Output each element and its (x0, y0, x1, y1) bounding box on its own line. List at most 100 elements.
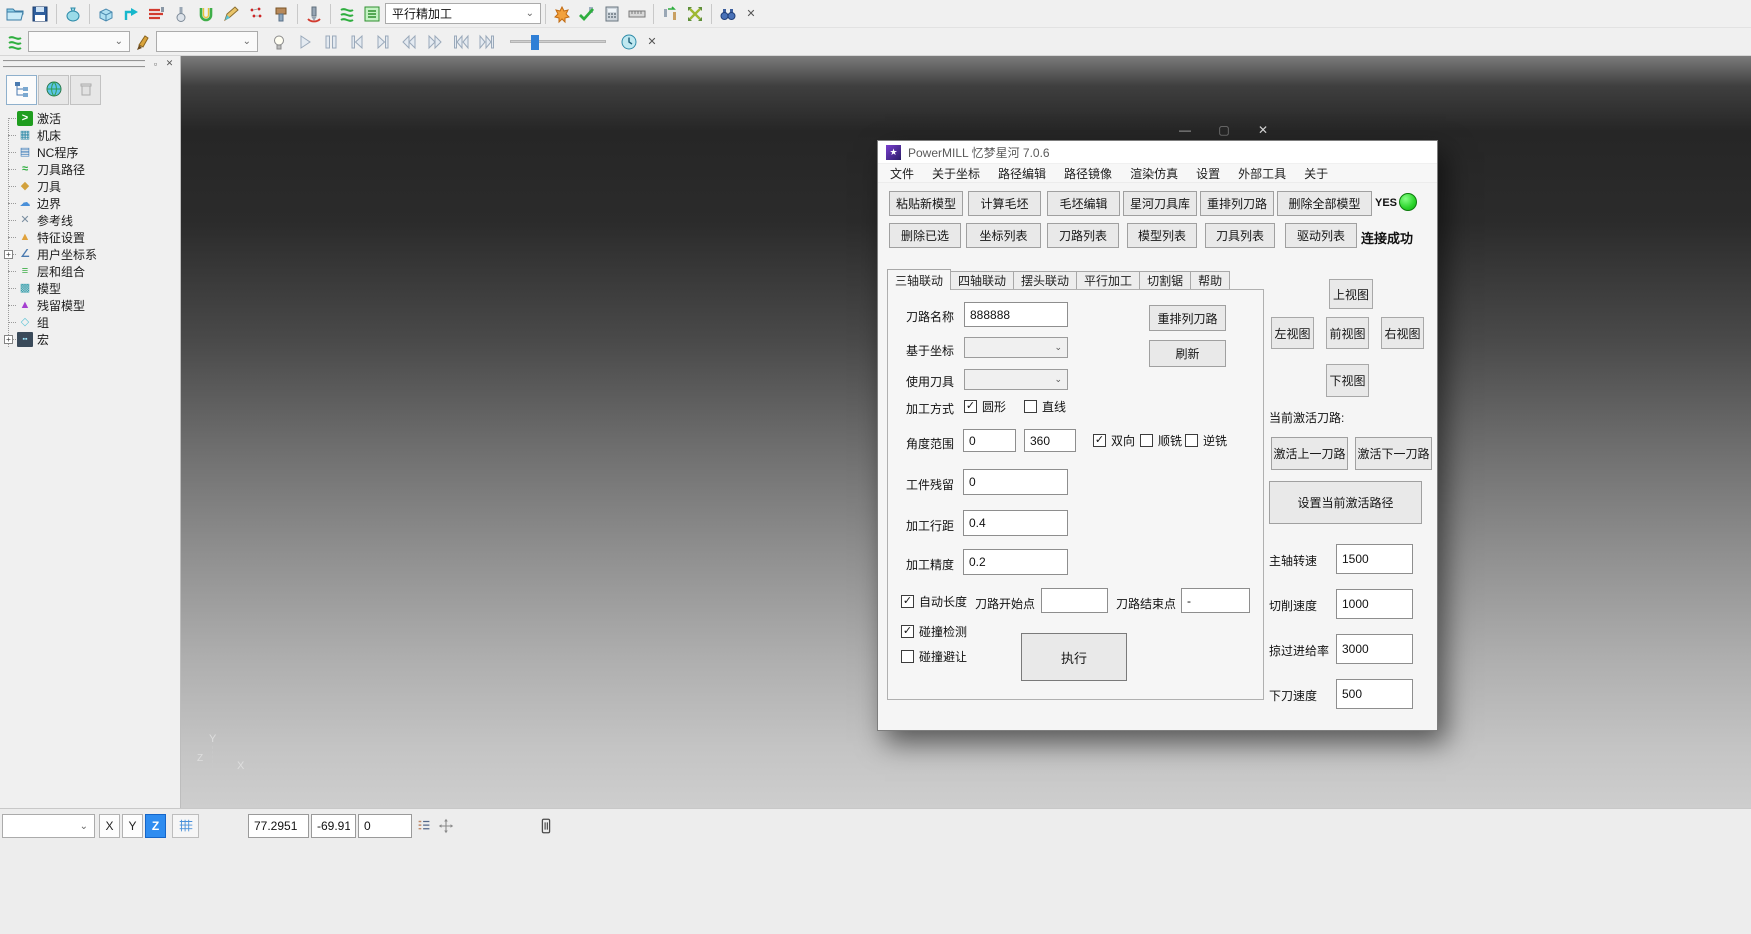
scissors-cross-icon[interactable] (683, 2, 707, 26)
slider-knob[interactable] (531, 35, 539, 50)
simulation-speed-slider[interactable] (510, 40, 606, 43)
activate-prev-toolpath-button[interactable]: 激活上一刀路 (1271, 437, 1348, 470)
ruler-icon[interactable] (625, 2, 649, 26)
menu-coords[interactable]: 关于坐标 (923, 165, 989, 182)
tree-item-pattern[interactable]: ✕参考线 (0, 212, 180, 229)
tree-item-group[interactable]: ◇组 (0, 314, 180, 331)
refresh-button[interactable]: 刷新 (1149, 340, 1226, 367)
based-coord-dropdown[interactable]: ⌄ (964, 337, 1068, 358)
panel-close-icon[interactable]: ✕ (163, 57, 176, 70)
lightbulb-icon[interactable] (267, 30, 291, 54)
tolerance-input[interactable] (963, 549, 1068, 575)
view-left-button[interactable]: 左视图 (1271, 317, 1314, 349)
coord-x-input[interactable] (248, 814, 309, 838)
checkbox-box[interactable] (901, 650, 914, 663)
boundary-icon[interactable] (194, 2, 218, 26)
tree-item-macro[interactable]: +▪▪宏 (0, 331, 180, 348)
stock-allowance-input[interactable] (963, 469, 1068, 495)
menu-render-sim[interactable]: 渲染仿真 (1121, 165, 1187, 182)
menu-path-edit[interactable]: 路径编辑 (989, 165, 1055, 182)
set-active-path-button[interactable]: 设置当前激活路径 (1269, 481, 1422, 524)
delete-selected-button[interactable]: 删除已选 (889, 223, 961, 248)
expand-icon[interactable]: + (4, 250, 13, 259)
strategy-list-icon[interactable] (360, 2, 384, 26)
bidirectional-checkbox[interactable]: 双向 (1093, 432, 1135, 449)
tree-item-levels[interactable]: ≡层和组合 (0, 263, 180, 280)
checkbox-box[interactable] (964, 400, 977, 413)
grid-toggle-button[interactable] (172, 814, 199, 838)
rearrange-button[interactable]: 重排列刀路 (1149, 305, 1226, 331)
block-model-icon[interactable] (94, 2, 118, 26)
tab-3axis[interactable]: 三轴联动 (887, 269, 951, 290)
checkbox-box[interactable] (1185, 434, 1198, 447)
fast-forward-icon[interactable] (422, 31, 447, 53)
expand-icon[interactable]: + (4, 335, 13, 344)
checkbox-box[interactable] (1140, 434, 1153, 447)
brush-icon[interactable] (131, 30, 155, 54)
stock-lines-icon[interactable] (144, 2, 168, 26)
plunge-speed-input[interactable] (1336, 679, 1413, 709)
menu-about[interactable]: 关于 (1295, 165, 1337, 182)
checkbox-box[interactable] (901, 595, 914, 608)
point-list-icon[interactable] (414, 816, 434, 836)
device-icon[interactable] (536, 816, 556, 836)
angle-from-input[interactable] (963, 429, 1016, 452)
menu-file[interactable]: 文件 (881, 165, 923, 182)
calc-stock-button[interactable]: 计算毛坯 (968, 191, 1041, 216)
cutting-speed-input[interactable] (1336, 589, 1413, 619)
checkbox-box[interactable] (1093, 434, 1106, 447)
step-forward-icon[interactable] (370, 31, 395, 53)
tab-parallel[interactable]: 平行加工 (1077, 271, 1140, 290)
strategy-dropdown[interactable]: 平行精加工 ⌄ (385, 3, 541, 24)
clock-icon[interactable] (617, 30, 641, 54)
tree-item-nc-program[interactable]: ▤NC程序 (0, 144, 180, 161)
coord-list-button[interactable]: 坐标列表 (966, 223, 1041, 248)
rearrange-toolpath-button[interactable]: 重排列刀路 (1200, 191, 1274, 216)
coord-y-input[interactable] (311, 814, 356, 838)
pot-icon[interactable] (61, 2, 85, 26)
tab-trash[interactable] (70, 75, 101, 105)
tree-item-boundary[interactable]: ☁边界 (0, 195, 180, 212)
axis-y-button[interactable]: Y (122, 814, 143, 838)
workplane-dropdown[interactable]: ⌄ (2, 814, 95, 838)
save-icon[interactable] (28, 2, 52, 26)
tool-library-button[interactable]: 星河刀具库 (1123, 191, 1197, 216)
start-point-input[interactable] (1041, 588, 1108, 613)
tree-item-activate[interactable]: >激活 (0, 110, 180, 127)
stock-edit-button[interactable]: 毛坯编辑 (1047, 191, 1120, 216)
tool-fire-icon[interactable] (550, 2, 574, 26)
toolpath-dropdown[interactable]: ⌄ (28, 31, 130, 52)
axis-z-button[interactable]: Z (145, 814, 166, 838)
toolpath-name-input[interactable] (964, 302, 1068, 327)
checkbox-box[interactable] (901, 625, 914, 638)
tab-swivel-head[interactable]: 摆头联动 (1014, 271, 1077, 290)
pause-icon[interactable] (318, 31, 343, 53)
toolpath-waves-icon[interactable] (3, 30, 27, 54)
toolpath-waves-icon[interactable] (335, 2, 359, 26)
tree-item-toolpaths[interactable]: ≈刀具路径 (0, 161, 180, 178)
collision-check-checkbox[interactable]: 碰撞检测 (901, 623, 967, 640)
model-list-button[interactable]: 模型列表 (1127, 223, 1197, 248)
entity-dropdown[interactable]: ⌄ (156, 31, 258, 52)
dock-grip[interactable] (3, 60, 145, 68)
coord-z-input[interactable] (358, 814, 412, 838)
conventional-mill-checkbox[interactable]: 逆铣 (1185, 432, 1227, 449)
view-front-button[interactable]: 前视图 (1326, 317, 1369, 349)
end-point-input[interactable] (1181, 588, 1250, 613)
auto-length-checkbox[interactable]: 自动长度 (901, 593, 967, 610)
drill-icon[interactable] (302, 2, 326, 26)
view-top-button[interactable]: 上视图 (1329, 279, 1373, 309)
dialog-titlebar[interactable]: ★ PowerMILL 忆梦星河 7.0.6 (878, 141, 1437, 164)
tree-item-stock-model[interactable]: ▲残留模型 (0, 297, 180, 314)
mode-circle-checkbox[interactable]: 圆形 (964, 398, 1006, 415)
verify-check-icon[interactable] (575, 2, 599, 26)
execute-button[interactable]: 执行 (1021, 633, 1127, 681)
tab-explorer-tree[interactable] (6, 75, 37, 105)
pattern-pencil-icon[interactable] (219, 2, 243, 26)
toolpath-return-icon[interactable] (119, 2, 143, 26)
tab-help[interactable]: 帮助 (1191, 271, 1230, 290)
tree-item-machine[interactable]: ▦机床 (0, 127, 180, 144)
tab-web-globe[interactable] (38, 75, 69, 105)
panel-restore-icon[interactable]: ▫ (149, 57, 162, 70)
skip-start-icon[interactable] (448, 31, 473, 53)
